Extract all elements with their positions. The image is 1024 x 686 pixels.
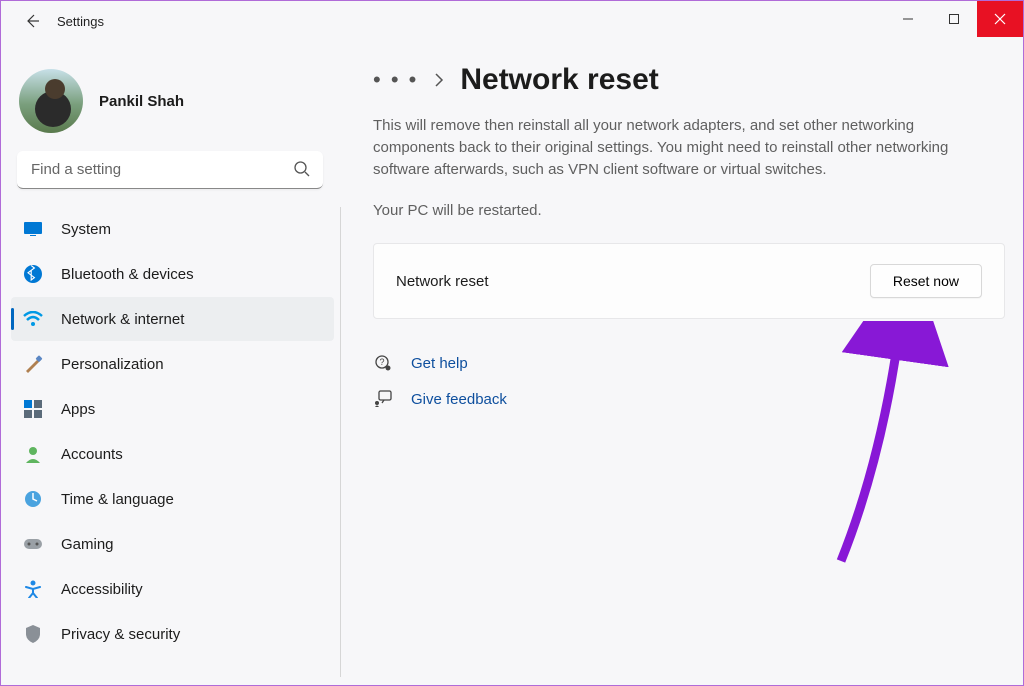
- nav-label: Bluetooth & devices: [61, 266, 194, 283]
- window-title: Settings: [57, 14, 104, 29]
- wifi-icon: [23, 309, 43, 329]
- system-icon: [23, 219, 43, 239]
- close-icon: [994, 13, 1006, 25]
- nav-label: Gaming: [61, 536, 114, 553]
- window-controls: [885, 1, 1023, 37]
- chevron-right-icon: [434, 73, 444, 87]
- gamepad-icon: [23, 534, 43, 554]
- main-content: • • • Network reset This will remove the…: [373, 63, 1005, 425]
- nav-label: Personalization: [61, 356, 164, 373]
- maximize-icon: [948, 13, 960, 25]
- page-title: Network reset: [460, 63, 658, 97]
- shield-icon: [23, 624, 43, 644]
- nav-label: Accounts: [61, 446, 123, 463]
- avatar: [19, 69, 83, 133]
- sidebar-item-system[interactable]: System: [11, 207, 334, 251]
- breadcrumb: • • • Network reset: [373, 63, 1005, 97]
- give-feedback-link[interactable]: Give feedback: [373, 389, 1005, 409]
- minimize-button[interactable]: [885, 1, 931, 37]
- restart-note: Your PC will be restarted.: [373, 202, 1005, 219]
- sidebar: Pankil Shah System Bluetooth & devices N…: [1, 53, 341, 683]
- search-wrap: [17, 151, 323, 189]
- sidebar-item-network[interactable]: Network & internet: [11, 297, 334, 341]
- sidebar-item-accounts[interactable]: Accounts: [11, 432, 334, 476]
- card-label: Network reset: [396, 273, 489, 290]
- reset-now-button[interactable]: Reset now: [870, 264, 982, 298]
- feedback-label: Give feedback: [411, 391, 507, 408]
- sidebar-item-accessibility[interactable]: Accessibility: [11, 567, 334, 611]
- close-button[interactable]: [977, 1, 1023, 37]
- nav-label: System: [61, 221, 111, 238]
- sidebar-item-apps[interactable]: Apps: [11, 387, 334, 431]
- clock-globe-icon: [23, 489, 43, 509]
- accessibility-icon: [23, 579, 43, 599]
- apps-icon: [23, 399, 43, 419]
- nav-label: Accessibility: [61, 581, 143, 598]
- get-help-label: Get help: [411, 355, 468, 372]
- nav-label: Apps: [61, 401, 95, 418]
- search-icon: [293, 160, 311, 178]
- arrow-left-icon: [24, 13, 40, 29]
- minimize-icon: [902, 13, 914, 25]
- nav-label: Network & internet: [61, 311, 184, 328]
- feedback-icon: [373, 389, 393, 409]
- breadcrumb-overflow[interactable]: • • •: [373, 67, 418, 93]
- search-input[interactable]: [17, 151, 323, 189]
- person-icon: [23, 444, 43, 464]
- nav-label: Time & language: [61, 491, 174, 508]
- help-icon: ?: [373, 353, 393, 373]
- maximize-button[interactable]: [931, 1, 977, 37]
- titlebar: Settings: [1, 1, 1023, 41]
- page-description: This will remove then reinstall all your…: [373, 115, 983, 180]
- paintbrush-icon: [23, 354, 43, 374]
- svg-text:?: ?: [379, 357, 384, 367]
- sidebar-item-gaming[interactable]: Gaming: [11, 522, 334, 566]
- profile-block[interactable]: Pankil Shah: [11, 63, 341, 151]
- nav-list: System Bluetooth & devices Network & int…: [11, 207, 341, 677]
- network-reset-card: Network reset Reset now: [373, 243, 1005, 319]
- get-help-link[interactable]: ? Get help: [373, 353, 1005, 373]
- bluetooth-icon: [23, 264, 43, 284]
- profile-name: Pankil Shah: [99, 93, 184, 110]
- back-button[interactable]: [15, 4, 49, 38]
- nav-label: Privacy & security: [61, 626, 180, 643]
- sidebar-item-bluetooth[interactable]: Bluetooth & devices: [11, 252, 334, 296]
- sidebar-item-privacy[interactable]: Privacy & security: [11, 612, 334, 656]
- sidebar-item-time-language[interactable]: Time & language: [11, 477, 334, 521]
- sidebar-item-personalization[interactable]: Personalization: [11, 342, 334, 386]
